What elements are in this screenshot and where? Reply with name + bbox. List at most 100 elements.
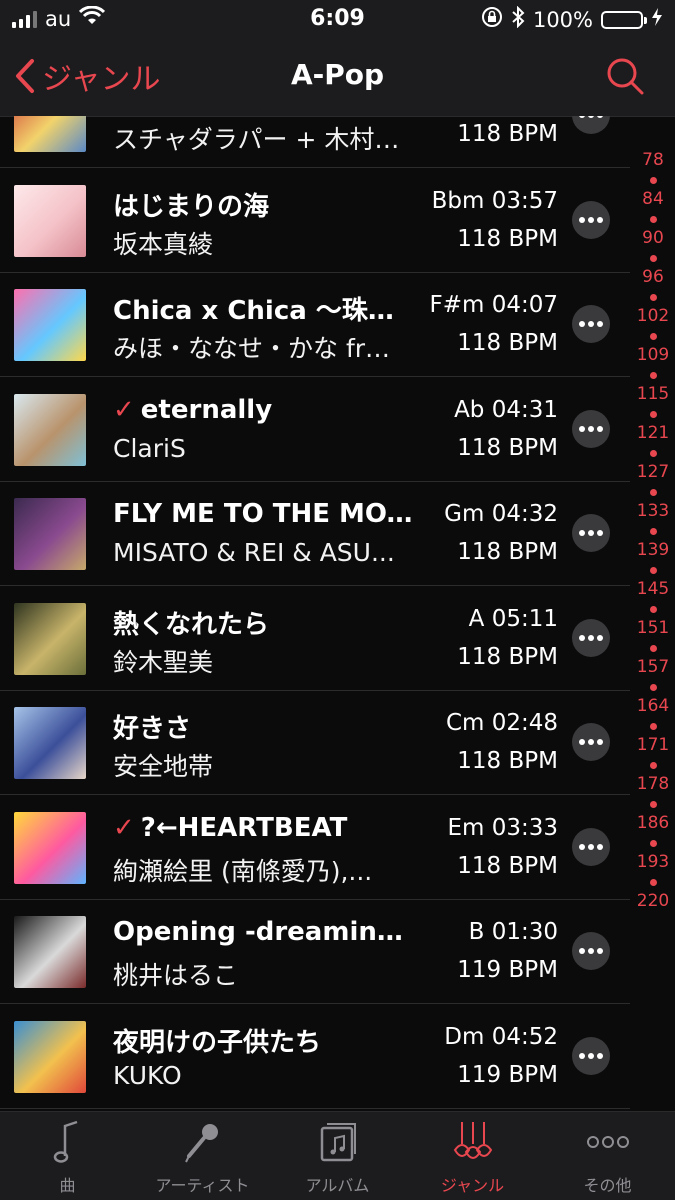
song-row[interactable]: 熱くなれたら 鈴木聖美 A 05:11 118 BPM bbox=[0, 586, 630, 691]
tab-label: その他 bbox=[583, 1176, 632, 1195]
ellipsis-icon[interactable] bbox=[572, 409, 610, 448]
index-label[interactable]: 220 bbox=[637, 891, 669, 912]
song-row[interactable]: はじまりの海 坂本真綾 Bbm 03:57 118 BPM bbox=[0, 168, 630, 273]
song-artist: ClariS bbox=[113, 433, 186, 463]
ellipsis-icon[interactable] bbox=[572, 932, 610, 970]
search-button[interactable] bbox=[605, 56, 645, 100]
song-row[interactable]: 好きさ 安全地帯 Cm 02:48 118 BPM bbox=[0, 690, 630, 795]
song-row[interactable]: Opening -dreaming m... 桃井はるこ B 01:30 119 BP… bbox=[0, 899, 630, 1004]
index-label[interactable]: 164 bbox=[637, 696, 669, 717]
tab-more[interactable]: その他 bbox=[540, 1112, 675, 1200]
album-artwork bbox=[14, 811, 86, 884]
ellipsis-icon[interactable] bbox=[572, 116, 610, 134]
song-title-text: ?←HEARTBEAT bbox=[140, 812, 348, 843]
bpm-index[interactable]: 78 84 90 96 102 109 115 121 127 133 139 145 151 157 16… bbox=[631, 150, 675, 912]
checkmark-icon: ✓ bbox=[113, 394, 135, 425]
song-title-text: Opening -dreaming m... bbox=[113, 917, 413, 947]
ellipsis-icon[interactable] bbox=[572, 827, 610, 866]
song-row[interactable]: ✓ ?←HEARTBEAT 絢瀬絵里 (南條愛乃),... Em 03:33 118 B… bbox=[0, 795, 630, 900]
ellipsis-icon[interactable] bbox=[572, 1036, 610, 1075]
song-key-duration: Cm 02:48 bbox=[445, 710, 558, 736]
index-label[interactable]: 133 bbox=[637, 501, 669, 522]
index-dot bbox=[649, 522, 657, 540]
index-dot bbox=[649, 288, 657, 306]
song-bpm: 118 BPM bbox=[457, 643, 558, 670]
index-label[interactable]: 139 bbox=[637, 540, 669, 561]
song-row[interactable]: 夜明けの子供たち KUKO Dm 04:52 119 BPM bbox=[0, 1004, 630, 1109]
song-artist: MISATO & REI & ASU... bbox=[113, 538, 395, 567]
status-bar: au 6:09 100% bbox=[0, 0, 675, 40]
battery-percent: 100% bbox=[532, 7, 593, 32]
index-label[interactable]: 84 bbox=[642, 189, 664, 210]
ellipsis-icon[interactable] bbox=[572, 305, 610, 343]
index-label[interactable]: 145 bbox=[637, 579, 669, 600]
index-label[interactable]: 115 bbox=[637, 384, 669, 405]
song-title: 夜明けの子供たち bbox=[113, 1022, 413, 1059]
index-dot bbox=[649, 756, 657, 774]
song-bpm: 118 BPM bbox=[457, 121, 558, 147]
tab-label: ジャンル bbox=[440, 1176, 505, 1195]
tab-music-note[interactable]: 曲 bbox=[0, 1112, 135, 1200]
index-label[interactable]: 186 bbox=[637, 813, 669, 834]
song-row[interactable]: Chica x Chica 〜珠… みほ・ななせ・かな fr… F#m 04:07 1… bbox=[0, 272, 630, 377]
index-dot bbox=[649, 483, 657, 501]
album-artwork bbox=[14, 1020, 86, 1093]
index-label[interactable]: 96 bbox=[642, 267, 664, 288]
index-dot bbox=[649, 405, 657, 423]
song-artist: 安全地帯 bbox=[113, 752, 214, 781]
song-row[interactable]: スチャダラパー + 木村… 118 BPM bbox=[0, 116, 630, 168]
index-dot bbox=[649, 600, 657, 618]
song-title: はじまりの海 bbox=[113, 186, 413, 223]
index-dot bbox=[649, 249, 657, 267]
guitars-icon bbox=[451, 1120, 495, 1168]
index-label[interactable]: 193 bbox=[637, 852, 669, 873]
song-bpm: 118 BPM bbox=[457, 225, 558, 252]
index-label[interactable]: 121 bbox=[637, 423, 669, 444]
song-artist: みほ・ななせ・かな fr… bbox=[113, 334, 391, 363]
index-dot bbox=[649, 678, 657, 696]
song-row[interactable]: ✓ eternally ClariS Ab 04:31 118 BPM bbox=[0, 377, 630, 482]
index-label[interactable]: 178 bbox=[637, 774, 669, 795]
index-dot bbox=[649, 561, 657, 579]
index-label[interactable]: 171 bbox=[637, 735, 669, 756]
index-label[interactable]: 90 bbox=[642, 228, 664, 249]
song-title: 好きさ bbox=[113, 708, 413, 745]
song-title: 熱くなれたら bbox=[113, 604, 413, 641]
song-bpm: 118 BPM bbox=[457, 852, 558, 879]
search-icon bbox=[607, 58, 644, 95]
album-artwork bbox=[14, 393, 86, 466]
index-label[interactable]: 151 bbox=[637, 618, 669, 639]
ellipsis-icon[interactable] bbox=[572, 618, 610, 657]
tab-guitars[interactable]: ジャンル bbox=[405, 1112, 540, 1200]
tab-microphone[interactable]: アーティスト bbox=[135, 1112, 270, 1200]
song-bpm: 119 BPM bbox=[457, 1061, 558, 1088]
song-key-duration: A 05:11 bbox=[468, 605, 558, 632]
tab-label: アルバム bbox=[305, 1176, 370, 1195]
song-artist: スチャダラパー + 木村… bbox=[113, 125, 400, 154]
orientation-lock-icon bbox=[481, 6, 503, 33]
album-artwork bbox=[14, 116, 86, 152]
ellipsis-icon[interactable] bbox=[572, 514, 610, 552]
index-dot bbox=[649, 795, 657, 813]
ellipsis-icon[interactable] bbox=[572, 723, 610, 761]
index-dot bbox=[649, 171, 657, 189]
tab-album[interactable]: アルバム bbox=[270, 1112, 405, 1200]
song-artist: 絢瀬絵里 (南條愛乃),... bbox=[113, 856, 373, 886]
song-title-text: Chica x Chica 〜珠… bbox=[113, 296, 394, 326]
album-artwork bbox=[14, 602, 86, 675]
index-label[interactable]: 109 bbox=[637, 345, 669, 366]
index-label[interactable]: 78 bbox=[642, 150, 664, 171]
index-label[interactable]: 102 bbox=[637, 306, 669, 327]
song-title-text: 熱くなれたら bbox=[113, 609, 270, 640]
index-dot bbox=[649, 639, 657, 657]
song-bpm: 118 BPM bbox=[457, 539, 558, 565]
song-row[interactable]: FLY ME TO THE MO... MISATO & REI & ASU...… bbox=[0, 481, 630, 586]
index-label[interactable]: 157 bbox=[637, 657, 669, 678]
song-list[interactable]: スチャダラパー + 木村… 118 BPM はじまりの海 坂本真綾 Bbm 03:57 1… bbox=[0, 116, 675, 1112]
index-label[interactable]: 127 bbox=[637, 462, 669, 483]
microphone-icon bbox=[183, 1120, 223, 1168]
ellipsis-icon[interactable] bbox=[572, 200, 610, 239]
tab-bar: 曲 アーティスト アルバム ジャンル その他 bbox=[0, 1111, 675, 1200]
index-dot bbox=[649, 717, 657, 735]
tab-label: 曲 bbox=[59, 1176, 76, 1195]
